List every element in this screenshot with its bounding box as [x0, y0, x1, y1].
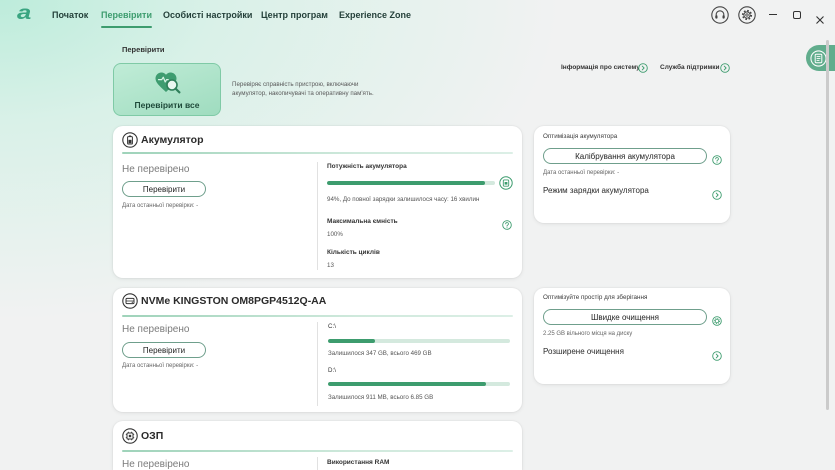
arrow-circle-icon[interactable] — [720, 63, 730, 73]
battery-cycles-label: Кількість циклів — [327, 249, 380, 256]
arrow-circle-icon[interactable] — [711, 348, 722, 361]
restore-icon[interactable] — [793, 11, 801, 19]
question-icon[interactable] — [502, 217, 512, 230]
battery-cycles-value: 13 — [327, 262, 334, 269]
drive-d-usage-fill — [328, 382, 487, 386]
ram-chip-icon — [122, 428, 138, 444]
storage-status: Не перевірено — [122, 324, 190, 335]
close-icon[interactable] — [816, 11, 824, 24]
free-space-text: 2.25 GB вільного місця на диску — [543, 331, 633, 337]
tab-experience[interactable]: Experience Zone — [339, 9, 411, 21]
drive-d-usage-bar — [328, 382, 510, 386]
drive-icon — [122, 293, 138, 309]
minimize-icon[interactable] — [769, 14, 777, 16]
ram-card: ОЗП Не перевірено Використання RAM — [113, 421, 522, 470]
storage-last-check: Дата останньої перевірки: - — [122, 363, 199, 369]
ram-usage-label: Використання RAM — [327, 459, 390, 466]
storage-optimization-title: Оптимізуйте простір для зберігання — [543, 294, 648, 301]
headset-icon[interactable] — [711, 6, 729, 24]
column-divider — [317, 322, 318, 406]
drive-d-label: D:\ — [328, 367, 336, 374]
battery-optimization-panel: Оптимізація акумулятора Калібрування аку… — [534, 126, 730, 223]
page-title: Перевірити — [122, 45, 165, 54]
side-panel-tab[interactable] — [806, 45, 835, 71]
battery-optimization-title: Оптимізація акумулятора — [543, 133, 618, 140]
drive-c-usage-bar — [328, 339, 510, 343]
tab-home[interactable]: Початок — [52, 9, 88, 21]
drive-d-space-text: Залишилося 911 MB, всього 6.85 GB — [328, 394, 434, 401]
storage-title: NVMe KINGSTON OM8PGP4512Q-AA — [141, 295, 327, 307]
battery-power-bar — [327, 181, 495, 185]
advanced-clean-link[interactable]: Розширене очищення — [543, 347, 624, 356]
battery-power-text: 94%, До повної зарядки залишилося часу: … — [327, 196, 480, 203]
arrow-circle-icon[interactable] — [711, 187, 722, 200]
ram-title: ОЗП — [141, 430, 164, 442]
storage-check-button[interactable]: Перевірити — [122, 342, 206, 358]
quick-clean-button[interactable]: Швидке очищення — [543, 309, 707, 325]
arrow-circle-icon[interactable] — [638, 63, 648, 73]
calibrate-battery-button[interactable]: Калібрування акумулятора — [543, 148, 707, 164]
notes-icon — [810, 49, 827, 67]
description-line: акумулятор, накопичувачі та оперативну п… — [232, 90, 374, 97]
header-divider — [122, 315, 513, 317]
storage-optimization-panel: Оптимізуйте простір для зберігання Швидк… — [534, 288, 730, 384]
gear-icon[interactable] — [711, 313, 722, 326]
drive-c-label: C:\ — [328, 323, 336, 330]
battery-check-button[interactable]: Перевірити — [122, 181, 206, 197]
heart-magnifier-icon — [154, 70, 182, 96]
battery-title: Акумулятор — [141, 134, 204, 146]
battery-power-fill — [327, 181, 485, 185]
gear-icon[interactable] — [738, 6, 756, 24]
header-divider — [122, 152, 513, 154]
app-logo: a — [17, 3, 32, 24]
tab-app-center[interactable]: Центр програм — [261, 9, 328, 21]
tab-personal[interactable]: Особисті настройки — [163, 9, 252, 21]
battery-card: Акумулятор Не перевірено Перевірити Дата… — [113, 126, 522, 278]
charge-mode-link[interactable]: Режим зарядки акумулятора — [543, 186, 649, 195]
check-all-label: Перевірити все — [134, 100, 200, 110]
drive-c-usage-fill — [328, 339, 376, 343]
calibrate-last-check: Дата останньої перевірки: - — [543, 170, 620, 176]
battery-last-check: Дата останньої перевірки: - — [122, 203, 199, 209]
column-divider — [317, 457, 318, 470]
description-line: Перевіряє справність пристрою, включаючи — [232, 81, 359, 88]
tab-check[interactable]: Перевірити — [101, 9, 152, 28]
support-link[interactable]: Служба підтримки — [660, 64, 720, 71]
drive-c-space-text: Залишилося 347 GB, всього 469 GB — [328, 350, 432, 357]
battery-icon — [122, 132, 138, 148]
header-divider — [122, 450, 513, 452]
storage-card: NVMe KINGSTON OM8PGP4512Q-AA Не перевіре… — [113, 288, 522, 412]
check-all-description: Перевіряє справність пристрою, включаючи… — [232, 80, 374, 98]
battery-capacity-label: Максимальна ємність — [327, 218, 398, 225]
battery-saver-icon[interactable] — [499, 176, 513, 190]
question-icon[interactable] — [711, 152, 722, 165]
ram-status: Не перевірено — [122, 459, 190, 470]
battery-capacity-value: 100% — [327, 231, 343, 238]
system-info-link[interactable]: Інформація про систему — [561, 64, 640, 71]
column-divider — [317, 162, 318, 270]
battery-status: Не перевірено — [122, 164, 190, 175]
check-all-button[interactable]: Перевірити все — [113, 63, 221, 116]
scrollbar[interactable] — [826, 40, 829, 410]
battery-power-label: Потужність акумулятора — [327, 163, 407, 170]
